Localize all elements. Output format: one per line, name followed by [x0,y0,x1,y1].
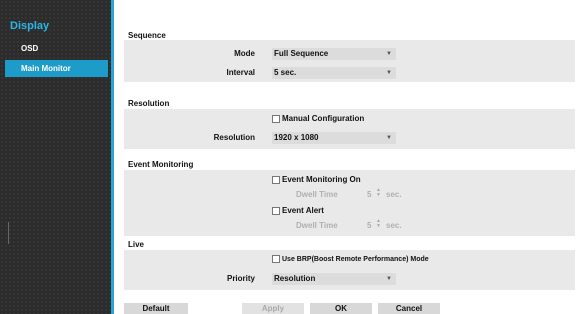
resolution-select-value: 1920 x 1080 [274,133,319,142]
checkbox-icon [272,114,280,123]
dwell-time-unit: sec. [386,221,402,230]
event-monitoring-on-label: Event Monitoring On [282,175,361,184]
mode-select[interactable]: Full Sequence ▼ [272,48,396,60]
cancel-button[interactable]: Cancel [378,303,440,314]
main-panel: Sequence Mode Full Sequence ▼ Interval 5… [114,0,577,314]
resolution-label: Resolution [213,133,255,142]
resolution-panel: Manual Configuration Resolution 1920 x 1… [124,109,575,149]
sidebar-tick [8,222,9,244]
priority-select[interactable]: Resolution ▼ [272,273,396,285]
manual-configuration-checkbox[interactable]: Manual Configuration [272,114,364,123]
checkbox-icon [272,175,280,184]
chevron-down-icon: ▼ [386,135,392,141]
sidebar: Display OSD Main Monitor [0,0,111,314]
event-monitoring-panel: Event Monitoring On Dwell Time 5 ▲ ▼ sec.… [124,170,575,236]
interval-select[interactable]: 5 sec. ▼ [272,67,396,79]
dwell-time-label: Dwell Time [296,221,338,230]
brp-mode-label: Use BRP(Boost Remote Performance) Mode [282,255,429,263]
sidebar-item-main-monitor[interactable]: Main Monitor [5,60,108,77]
priority-label: Priority [226,274,255,283]
dwell-time-value[interactable]: 5 [367,221,371,230]
section-title-resolution: Resolution [128,99,170,108]
mode-select-value: Full Sequence [274,49,329,58]
checkbox-icon [272,206,280,215]
manual-configuration-label: Manual Configuration [282,114,365,123]
sidebar-item-osd[interactable]: OSD [5,40,108,57]
interval-select-value: 5 sec. [274,68,297,77]
checkbox-icon [272,255,280,263]
dwell-time-label: Dwell Time [296,190,338,199]
dwell-time-value[interactable]: 5 [367,190,371,199]
chevron-down-icon: ▼ [386,70,392,76]
dwell-time-unit: sec. [386,190,402,199]
section-title-live: Live [128,240,145,249]
spinner-arrows-icon[interactable]: ▲ ▼ [376,188,381,198]
mode-label: Mode [234,49,255,58]
interval-label: Interval [226,68,255,77]
ok-button[interactable]: OK [310,303,372,314]
sequence-panel: Mode Full Sequence ▼ Interval 5 sec. ▼ [124,40,575,82]
default-button[interactable]: Default [124,303,188,314]
event-alert-label: Event Alert [282,206,324,215]
sidebar-title: Display [10,20,50,32]
event-monitoring-on-checkbox[interactable]: Event Monitoring On [272,175,361,184]
chevron-down-icon: ▼ [386,51,392,57]
spinner-arrows-icon[interactable]: ▲ ▼ [376,219,381,229]
priority-select-value: Resolution [274,274,316,283]
event-alert-checkbox[interactable]: Event Alert [272,206,324,215]
brp-mode-checkbox[interactable]: Use BRP(Boost Remote Performance) Mode [272,255,429,263]
live-panel: Use BRP(Boost Remote Performance) Mode P… [124,250,575,290]
resolution-select[interactable]: 1920 x 1080 ▼ [272,132,396,144]
section-title-event-monitoring: Event Monitoring [128,160,194,169]
chevron-down-icon: ▼ [386,276,392,282]
section-title-sequence: Sequence [128,31,166,40]
apply-button[interactable]: Apply [242,303,304,314]
